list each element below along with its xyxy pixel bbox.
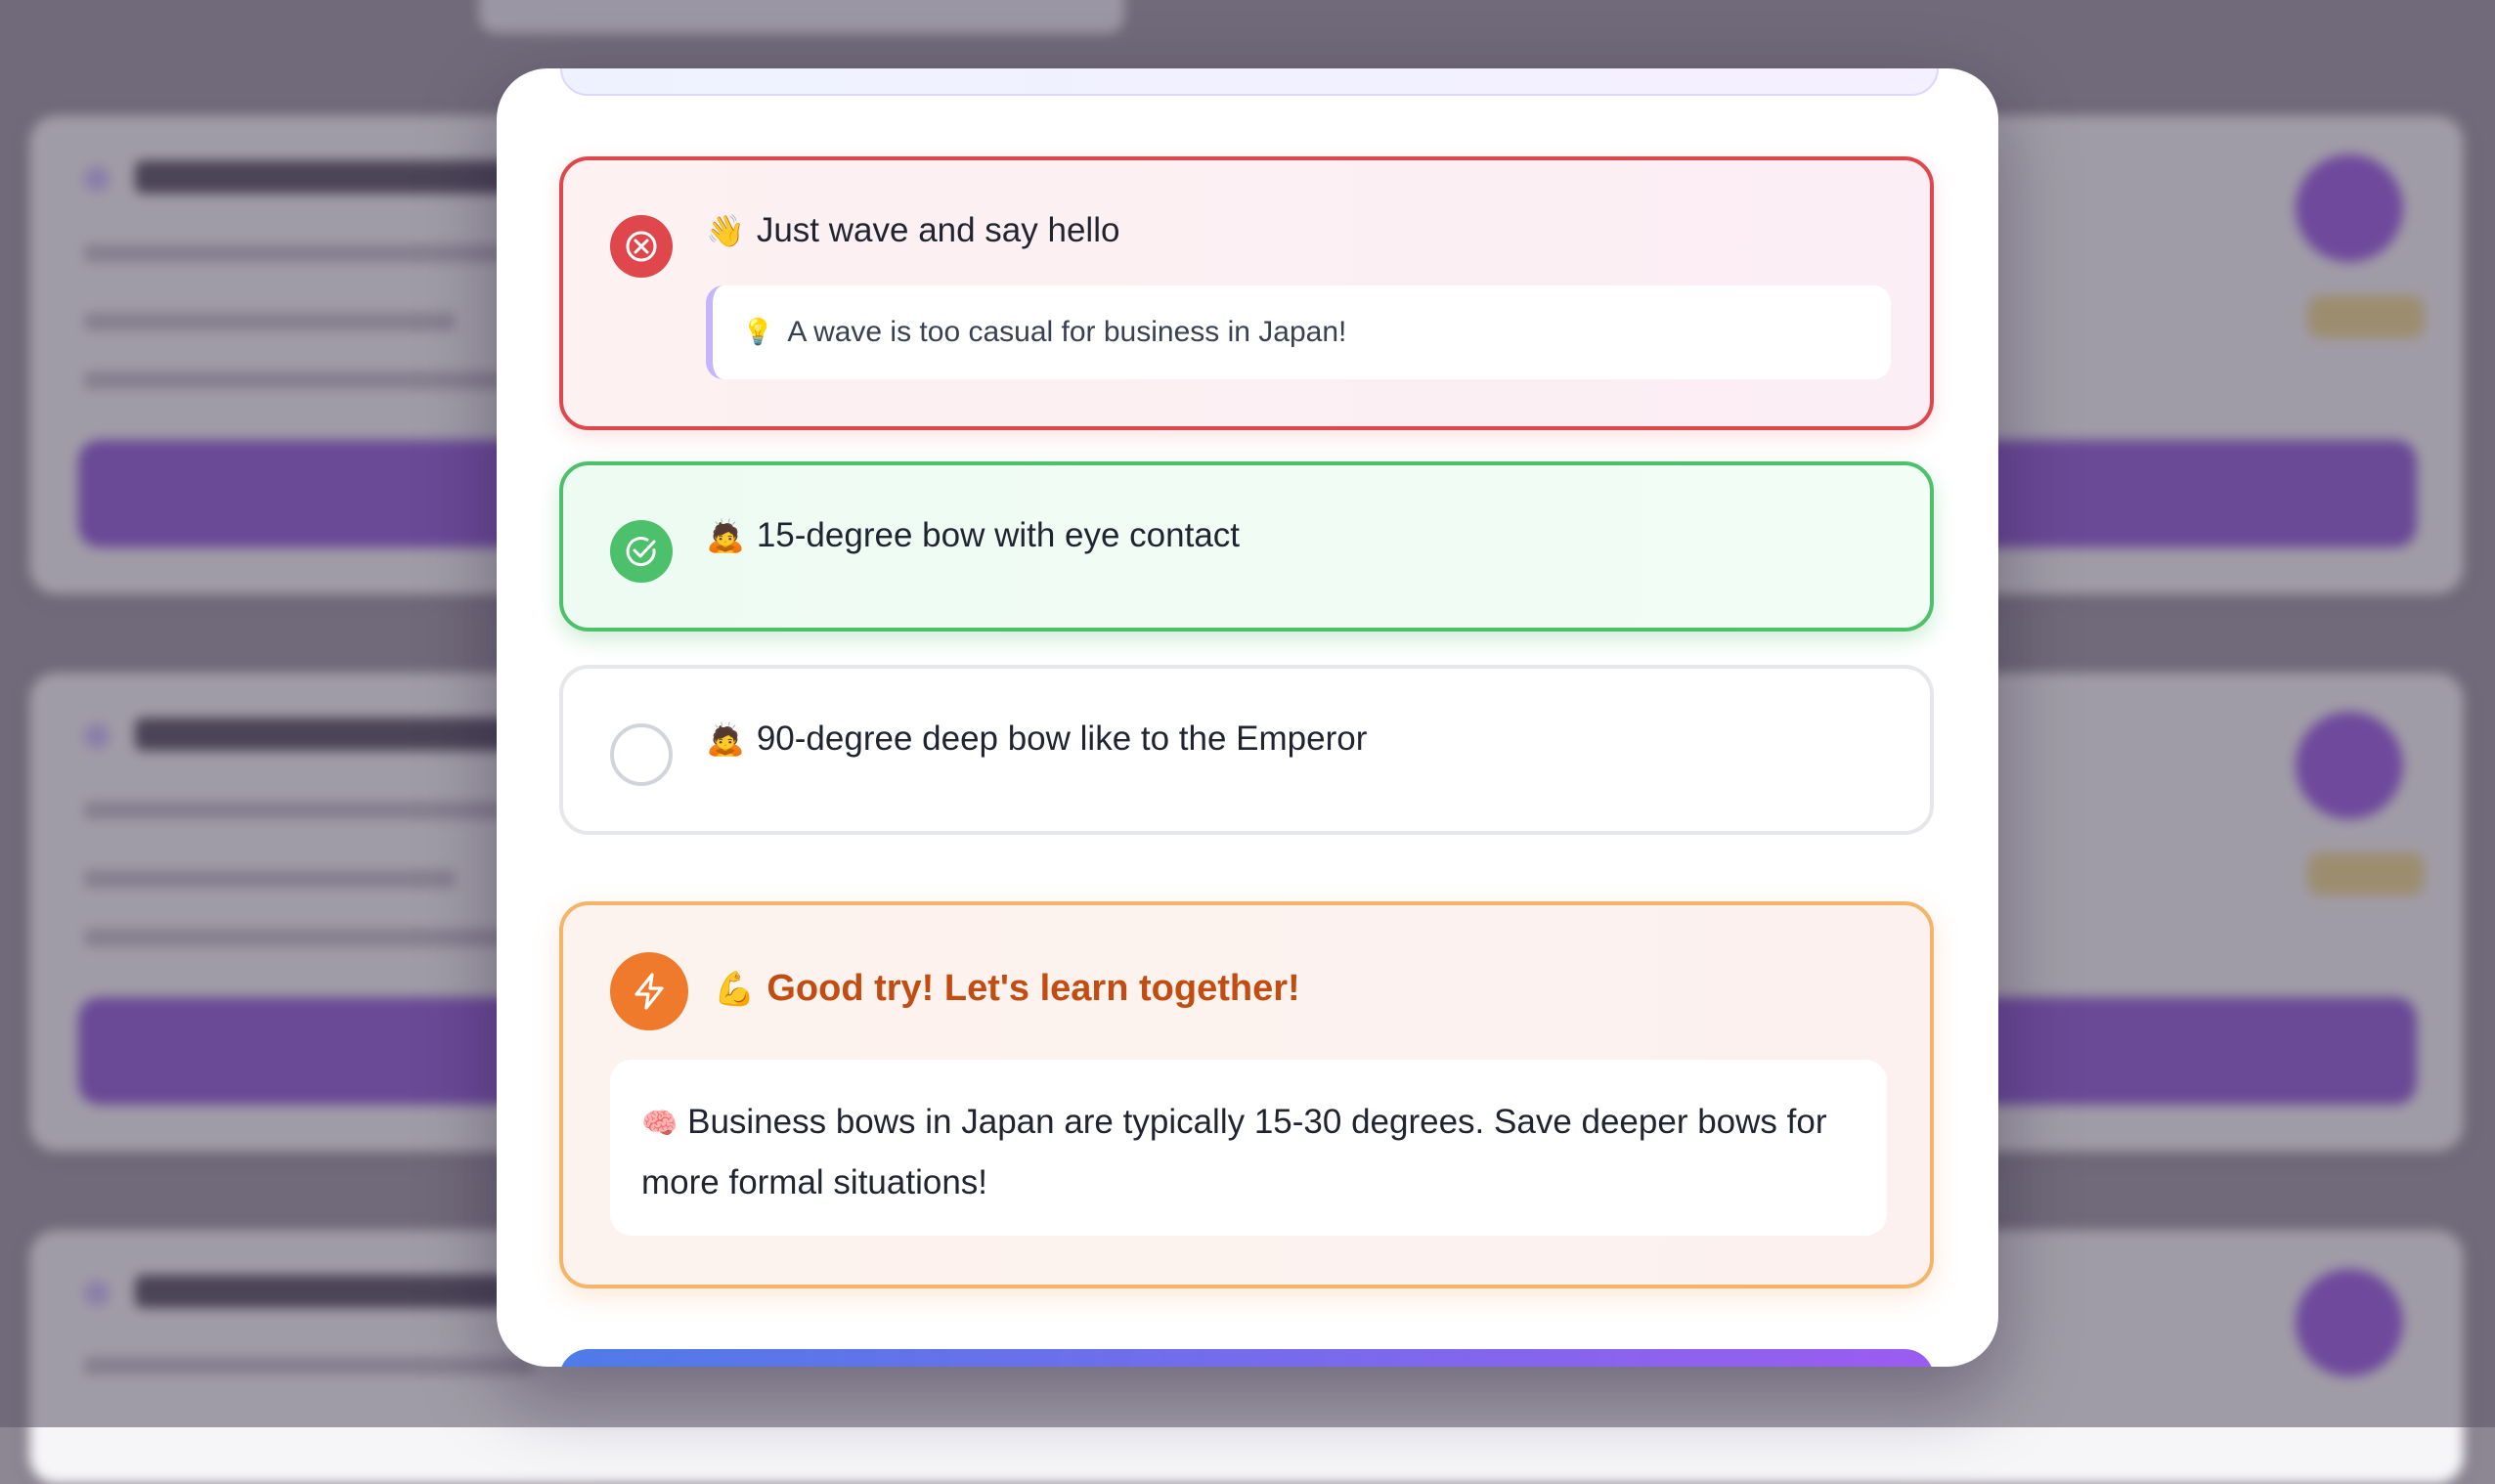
- flexed-biceps-icon: 💪: [714, 969, 756, 1009]
- bowing-person-icon: 🙇: [706, 517, 745, 554]
- answer-hint: 💡 A wave is too casual for business in J…: [706, 285, 1891, 379]
- lightning-icon: [610, 952, 688, 1030]
- answer-text: 15-degree bow with eye contact: [756, 516, 1241, 554]
- answer-option-90-degree-bow[interactable]: 🙇 90-degree deep bow like to the Emperor: [559, 665, 1934, 835]
- empty-radio-icon: [610, 723, 673, 786]
- answer-option-label: 🙇 15-degree bow with eye contact: [706, 516, 1240, 555]
- feedback-body-text: Business bows in Japan are typically 15-…: [641, 1103, 1827, 1201]
- brain-icon: 🧠: [641, 1107, 678, 1141]
- answer-option-label: 🙇 90-degree deep bow like to the Emperor: [706, 720, 1367, 759]
- question-box: [560, 68, 1939, 96]
- feedback-panel: 💪 Good try! Let's learn together! 🧠 Busi…: [559, 901, 1934, 1288]
- lightbulb-icon: 💡: [742, 318, 774, 347]
- answer-option-wave[interactable]: 👋 Just wave and say hello 💡 A wave is to…: [559, 156, 1934, 430]
- x-circle-icon: [610, 215, 673, 278]
- check-circle-icon: [610, 520, 673, 583]
- hint-text: A wave is too casual for business in Jap…: [787, 316, 1347, 348]
- answer-text: 90-degree deep bow like to the Emperor: [756, 720, 1368, 758]
- answer-option-label: 👋 Just wave and say hello: [706, 211, 1119, 250]
- wave-emoji-icon: 👋: [706, 212, 745, 249]
- feedback-title-text: Good try! Let's learn together!: [766, 968, 1300, 1009]
- bowing-person-icon: 🙇: [706, 720, 745, 758]
- feedback-explanation: 🧠 Business bows in Japan are typically 1…: [610, 1060, 1887, 1236]
- next-question-button[interactable]: [559, 1349, 1934, 1367]
- feedback-title: 💪 Good try! Let's learn together!: [714, 968, 1300, 1010]
- answer-text: Just wave and say hello: [756, 211, 1120, 249]
- answer-option-15-degree-bow[interactable]: 🙇 15-degree bow with eye contact: [559, 461, 1934, 632]
- quiz-modal: 👋 Just wave and say hello 💡 A wave is to…: [497, 68, 1998, 1367]
